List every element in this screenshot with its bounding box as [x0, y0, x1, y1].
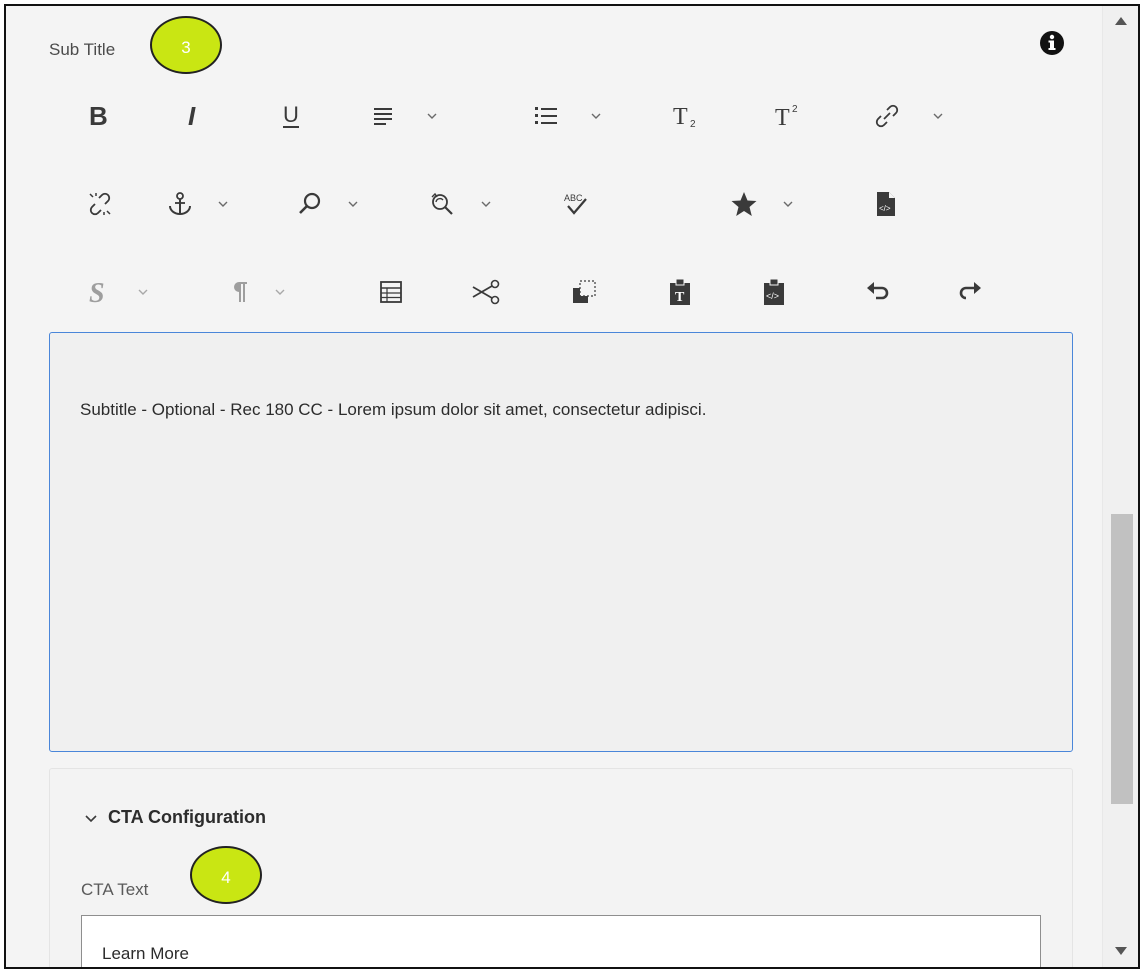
- chevron-down-icon: [348, 201, 358, 207]
- scissors-icon: [472, 279, 500, 305]
- paste-text-icon: T: [670, 278, 690, 305]
- paste-html-button[interactable]: </>: [754, 272, 794, 312]
- cta-text-value[interactable]: Learn More: [102, 944, 189, 964]
- editor-content[interactable]: Subtitle - Optional - Rec 180 CC - Lorem…: [80, 400, 706, 420]
- chevron-down-icon: [783, 201, 793, 207]
- cta-section-title: CTA Configuration: [108, 807, 266, 827]
- paste-text-button[interactable]: T: [660, 272, 700, 312]
- svg-text:S: S: [89, 278, 105, 307]
- styles-icon: S: [89, 278, 105, 307]
- chevron-down-icon: [591, 113, 601, 119]
- svg-text:B: B: [89, 102, 108, 130]
- underline-icon: U: [283, 102, 299, 128]
- svg-text:T: T: [675, 290, 685, 305]
- svg-text:</>: </>: [879, 204, 891, 213]
- superscript-icon: T2: [775, 104, 798, 130]
- italic-button[interactable]: I: [174, 96, 214, 136]
- cut-button[interactable]: [466, 272, 506, 312]
- paragraph-format-dropdown-button[interactable]: [214, 272, 304, 312]
- unlink-button[interactable]: [80, 184, 120, 224]
- chevron-down-icon: [933, 113, 943, 119]
- chevron-down-icon: [481, 201, 491, 207]
- unlink-icon: [89, 192, 111, 216]
- chevron-down-icon: [275, 289, 285, 295]
- undo-icon: [867, 282, 889, 300]
- svg-text:ABC: ABC: [564, 193, 583, 203]
- find-dropdown-button[interactable]: [284, 184, 374, 224]
- special-char-dropdown-button[interactable]: [718, 184, 808, 224]
- styles-dropdown-button[interactable]: S: [74, 272, 164, 312]
- spellcheck-button[interactable]: ABC: [556, 184, 596, 224]
- find-replace-dropdown-button[interactable]: [416, 184, 506, 224]
- link-icon: [875, 104, 899, 128]
- svg-text:I: I: [188, 102, 196, 130]
- paste-html-icon: </>: [764, 278, 784, 305]
- chevron-down-icon: [427, 113, 437, 119]
- chevron-down-icon: [218, 201, 228, 207]
- paragraph-icon: [234, 282, 247, 302]
- bold-button[interactable]: B: [78, 96, 118, 136]
- italic-icon: I: [188, 102, 196, 130]
- vertical-scrollbar[interactable]: [1102, 6, 1138, 967]
- undo-button[interactable]: [858, 272, 898, 312]
- svg-text:T: T: [775, 105, 790, 130]
- copy-button[interactable]: [564, 272, 604, 312]
- dialog-frame: Sub Title 3 B I U T2 T2 ABC </> S T </> …: [4, 4, 1140, 969]
- svg-text:U: U: [283, 102, 299, 127]
- cta-section-toggle[interactable]: CTA Configuration: [84, 807, 266, 828]
- source-edit-icon: </>: [877, 192, 895, 216]
- find-replace-icon: [431, 192, 453, 215]
- find-icon: [299, 192, 321, 214]
- anchor-icon: [169, 192, 191, 215]
- subtitle-rich-text-editor[interactable]: Subtitle - Optional - Rec 180 CC - Lorem…: [49, 332, 1073, 752]
- list-icon: [535, 107, 557, 124]
- underline-button[interactable]: U: [271, 96, 311, 136]
- step-badge-4: 4: [190, 846, 262, 904]
- svg-text:</>: </>: [766, 291, 779, 301]
- spellcheck-icon: ABC: [564, 193, 587, 215]
- source-edit-button[interactable]: </>: [866, 184, 906, 224]
- svg-text:2: 2: [792, 104, 798, 115]
- subtitle-field-label: Sub Title: [49, 40, 116, 59]
- cta-text-label: CTA Text: [81, 880, 149, 899]
- chevron-down-icon: [138, 289, 148, 295]
- scrollbar-thumb[interactable]: [1111, 514, 1133, 804]
- copy-icon: [573, 280, 596, 303]
- star-icon: [731, 192, 757, 216]
- redo-icon: [959, 282, 981, 300]
- chevron-down-icon: [85, 814, 97, 822]
- anchor-dropdown-button[interactable]: [154, 184, 244, 224]
- redo-button[interactable]: [950, 272, 990, 312]
- align-dropdown-button[interactable]: [361, 96, 451, 136]
- subscript-button[interactable]: T2: [666, 96, 706, 136]
- superscript-button[interactable]: T2: [768, 96, 808, 136]
- bold-icon: B: [89, 102, 108, 130]
- step-badge-3: 3: [150, 16, 222, 74]
- scroll-down-arrow-icon[interactable]: [1114, 946, 1128, 956]
- link-dropdown-button[interactable]: [860, 96, 960, 136]
- table-icon: [380, 281, 402, 303]
- info-circle-icon[interactable]: [1037, 28, 1067, 58]
- svg-text:T: T: [673, 104, 688, 130]
- svg-text:2: 2: [690, 119, 696, 130]
- list-dropdown-button[interactable]: [524, 96, 614, 136]
- cta-text-input[interactable]: Learn More: [81, 915, 1041, 967]
- subscript-icon: T2: [673, 104, 696, 130]
- table-button[interactable]: [371, 272, 411, 312]
- scroll-up-arrow-icon[interactable]: [1114, 16, 1128, 26]
- align-icon: [374, 108, 392, 125]
